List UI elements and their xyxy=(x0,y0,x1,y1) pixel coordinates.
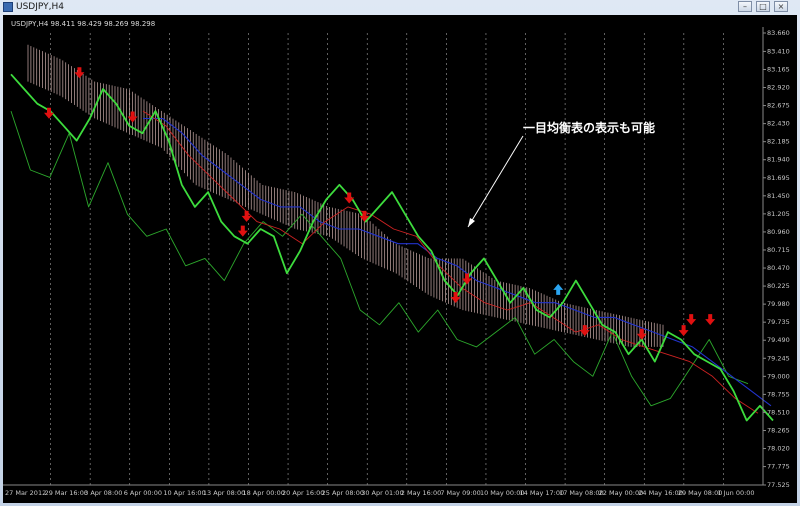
time-axis-label: 18 Apr 00:00 xyxy=(242,489,284,497)
time-axis-label: 14 May 17:00 xyxy=(520,489,565,497)
price-axis-label: 81.450 xyxy=(767,192,790,200)
mt4-chart-window: USDJPY,H4 – □ × USDJPY,H4 98.411 98.429 … xyxy=(0,0,800,506)
price-axis-label: 79.735 xyxy=(767,318,790,326)
price-axis-label: 83.410 xyxy=(767,47,790,55)
window-title: USDJPY,H4 xyxy=(16,2,64,12)
chikou-line xyxy=(10,110,749,407)
price-axis-label: 77.775 xyxy=(767,463,790,471)
price-axis-label: 82.185 xyxy=(767,138,790,146)
sell-arrow-icon xyxy=(678,325,689,337)
chart-header-text: USDJPY,H4 98.411 98.429 98.269 98.298 xyxy=(11,20,155,28)
sell-arrow-icon xyxy=(686,314,697,326)
price-axis-label: 80.225 xyxy=(767,282,790,290)
annotation-arrow xyxy=(467,135,524,228)
time-axis-label: 3 Apr 08:00 xyxy=(84,489,122,497)
title-bar: USDJPY,H4 – □ × xyxy=(0,0,800,14)
time-axis-label: 17 May 08:00 xyxy=(559,489,604,497)
time-axis-label: 10 May 00:00 xyxy=(480,489,525,497)
price-line xyxy=(10,73,774,422)
minimize-button[interactable]: – xyxy=(738,1,752,12)
price-chart[interactable]: USDJPY,H4 98.411 98.429 98.269 98.298 27… xyxy=(3,15,797,503)
sell-arrow-icon xyxy=(237,225,248,237)
price-axis-label: 80.715 xyxy=(767,246,790,254)
sell-arrow-icon xyxy=(579,325,590,337)
price-axis-label: 77.525 xyxy=(767,481,790,489)
time-axis-label: 20 Apr 16:00 xyxy=(282,489,324,497)
time-axis-label: 2 May 16:00 xyxy=(401,489,441,497)
maximize-button[interactable]: □ xyxy=(756,1,770,12)
time-axis-label: 6 Apr 00:00 xyxy=(124,489,162,497)
time-axis-label: 27 Mar 2012 xyxy=(5,489,46,497)
time-axis-label: 10 Apr 16:00 xyxy=(163,489,205,497)
sell-arrow-icon xyxy=(705,314,716,326)
price-axis-label: 80.470 xyxy=(767,264,790,272)
time-axis-label: 25 Apr 08:00 xyxy=(322,489,364,497)
price-axis-label: 78.755 xyxy=(767,390,790,398)
price-axis-label: 78.510 xyxy=(767,408,790,416)
time-axis-label: 24 May 16:00 xyxy=(638,489,683,497)
price-axis-label: 78.265 xyxy=(767,426,790,434)
price-axis-label: 82.430 xyxy=(767,120,790,128)
sell-arrow-icon xyxy=(44,107,54,119)
time-axis-label: 7 May 09:00 xyxy=(440,489,480,497)
price-axis-label: 79.245 xyxy=(767,354,790,362)
time-axis-label: 29 Mar 16:00 xyxy=(45,489,88,497)
chart-area[interactable]: USDJPY,H4 98.411 98.429 98.269 98.298 27… xyxy=(3,15,797,503)
price-axis-label: 83.660 xyxy=(767,29,790,37)
sell-arrow-icon xyxy=(344,192,355,204)
annotation-text: 一目均衡表の表示も可能 xyxy=(523,120,655,135)
chart-icon xyxy=(3,2,13,12)
time-axis-label: 1 Jun 00:00 xyxy=(717,489,754,497)
price-axis-label: 81.695 xyxy=(767,174,790,182)
price-axis-label: 82.675 xyxy=(767,102,790,110)
price-axis-label: 81.205 xyxy=(767,210,790,218)
close-button[interactable]: × xyxy=(774,1,788,12)
time-axis-label: 13 Apr 08:00 xyxy=(203,489,245,497)
buy-arrow-icon xyxy=(553,283,564,295)
price-axis-label: 78.020 xyxy=(767,445,790,453)
time-axis-label: 29 May 08:00 xyxy=(678,489,723,497)
price-axis-label: 83.165 xyxy=(767,65,790,73)
time-axis-label: 22 May 00:00 xyxy=(599,489,644,497)
price-axis-label: 79.980 xyxy=(767,300,790,308)
sell-arrow-icon xyxy=(241,210,252,222)
tenkan-line xyxy=(142,110,759,414)
price-axis-label: 79.000 xyxy=(767,372,790,380)
price-axis-label: 79.490 xyxy=(767,336,790,344)
price-axis-label: 82.920 xyxy=(767,84,790,92)
annotation-arrowhead xyxy=(468,218,475,227)
price-axis-label: 81.940 xyxy=(767,156,790,164)
price-axis-label: 80.960 xyxy=(767,228,790,236)
time-axis-label: 30 Apr 01:00 xyxy=(361,489,403,497)
